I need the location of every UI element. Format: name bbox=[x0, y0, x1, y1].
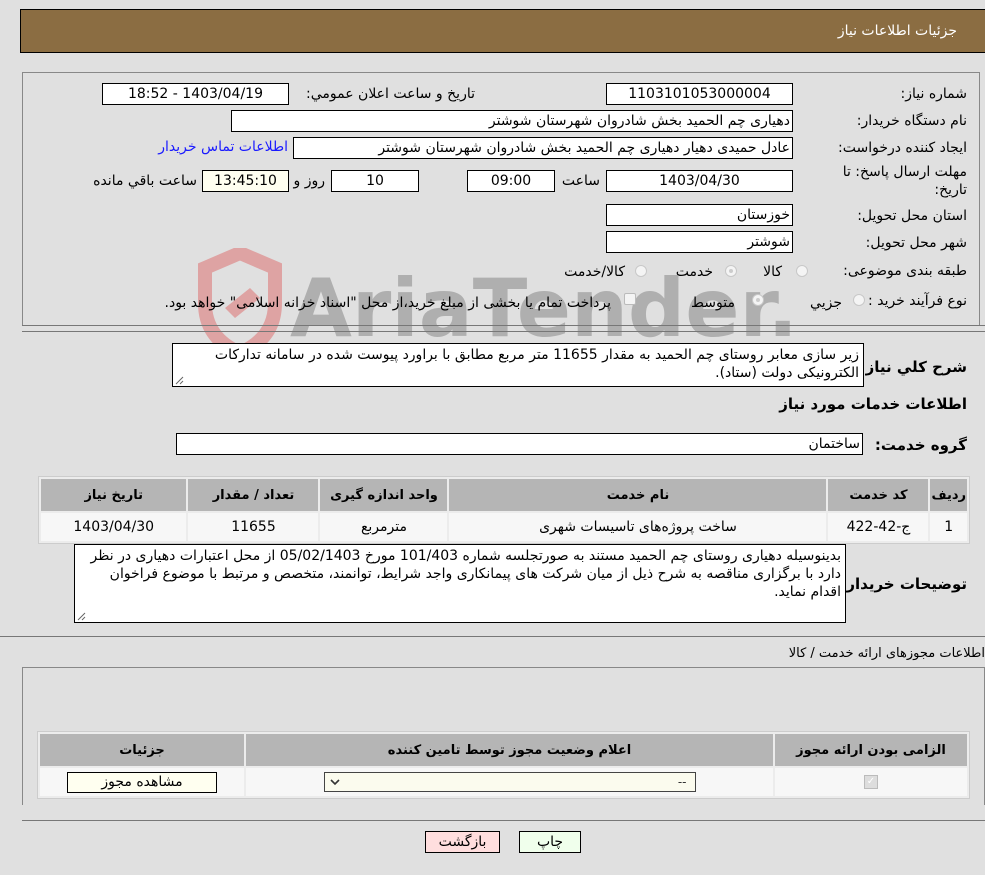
page-header: جزئيات اطلاعات نياز bbox=[20, 9, 985, 53]
need-number-label: شماره نیاز: bbox=[900, 86, 968, 102]
cell-quantity: 11655 bbox=[186, 511, 321, 543]
remaining-time-label: ساعت باقي مانده bbox=[93, 173, 197, 189]
print-button[interactable]: چاپ bbox=[519, 831, 581, 853]
permit-status-value: -- bbox=[677, 775, 687, 789]
col-row-number: ردیف bbox=[928, 477, 969, 513]
footer-divider bbox=[22, 820, 985, 821]
cell-service-code: ج-42-422 bbox=[826, 511, 931, 543]
col-quantity: تعداد / مقدار bbox=[186, 477, 321, 513]
deadline-time-label: ساعت bbox=[561, 173, 600, 189]
category-goods-radio[interactable] bbox=[796, 265, 808, 277]
category-goods-label: کالا bbox=[763, 264, 782, 280]
section-divider bbox=[22, 331, 985, 332]
col-permit-required: الزامی بودن ارائه مجوز bbox=[773, 732, 969, 768]
announce-datetime-field: 1403/04/19 - 18:52 bbox=[102, 83, 289, 105]
resize-handle-icon[interactable] bbox=[77, 612, 86, 621]
cell-permit-status: -- bbox=[244, 766, 775, 798]
treasury-bonds-checkbox[interactable] bbox=[624, 293, 636, 305]
cell-permit-details: مشاهده مجوز bbox=[38, 766, 246, 798]
service-group-label: گروه خدمت: bbox=[874, 436, 967, 454]
table-row: ✓ -- مشاهده مجوز bbox=[38, 766, 969, 798]
province-field: خوزستان bbox=[606, 204, 793, 226]
category-goods-service-label: کالا/خدمت bbox=[564, 264, 625, 280]
buyer-org-label: نام دستگاه خریدار: bbox=[856, 113, 967, 129]
category-label: طبقه بندی موضوعی: bbox=[843, 263, 967, 279]
deadline-label-line1: مهلت ارسال پاسخ: تا bbox=[842, 164, 967, 180]
category-service-radio[interactable] bbox=[725, 265, 737, 277]
cell-row-number: 1 bbox=[928, 511, 969, 543]
cell-permit-required: ✓ bbox=[773, 766, 969, 798]
city-label: شهر محل تحویل: bbox=[865, 235, 967, 251]
view-permit-button[interactable]: مشاهده مجوز bbox=[67, 771, 217, 793]
cell-service-name: ساخت پروژه‌های تاسیسات شهری bbox=[447, 511, 829, 543]
section-divider bbox=[0, 636, 985, 637]
city-field: شوشتر bbox=[606, 231, 793, 253]
services-table: ردیف کد خدمت نام خدمت واحد اندازه گیری ت… bbox=[38, 477, 969, 543]
permits-table: الزامی بودن ارائه مجوز اعلام وضعیت مجوز … bbox=[38, 732, 969, 798]
buyer-notes-text: بدینوسیله دهیاری روستای چم الحمید مستند … bbox=[90, 548, 841, 600]
permits-section-title: اطلاعات مجوزهای ارائه خدمت / کالا bbox=[788, 646, 985, 661]
col-permit-details: جزئیات bbox=[38, 732, 246, 768]
description-textarea[interactable]: زیر سازی معابر روستای چم الحمید به مقدار… bbox=[172, 343, 864, 387]
col-service-code: کد خدمت bbox=[826, 477, 931, 513]
requester-label: ایجاد کننده درخواست: bbox=[838, 140, 967, 156]
deadline-time-field: 09:00 bbox=[467, 170, 555, 192]
category-service-label: خدمت bbox=[675, 264, 713, 280]
treasury-bonds-note: پرداخت تمام یا بخشی از مبلغ خرید،از محل … bbox=[164, 295, 611, 311]
permit-status-select[interactable]: -- bbox=[323, 772, 696, 792]
province-label: استان محل تحویل: bbox=[857, 208, 967, 224]
col-permit-status: اعلام وضعیت مجوز توسط تامین کننده bbox=[244, 732, 775, 768]
announce-datetime-label: تاریخ و ساعت اعلان عمومي: bbox=[306, 86, 475, 102]
buyer-contact-link[interactable]: اطلاعات تماس خریدار bbox=[158, 139, 288, 155]
permits-table-wrapper: الزامی بودن ارائه مجوز اعلام وضعیت مجوز … bbox=[37, 731, 970, 799]
services-section-title: اطلاعات خدمات مورد نياز bbox=[779, 395, 967, 413]
need-number-field: 1103101053000004 bbox=[606, 83, 793, 105]
description-label: شرح کلي نياز: bbox=[859, 358, 967, 376]
services-table-header: ردیف کد خدمت نام خدمت واحد اندازه گیری ت… bbox=[38, 477, 969, 513]
process-medium-radio[interactable] bbox=[752, 294, 764, 306]
remaining-time-field: 13:45:10 bbox=[202, 170, 289, 192]
back-button[interactable]: بازگشت bbox=[425, 831, 500, 853]
section-divider bbox=[22, 325, 985, 326]
buyer-org-field: دهیاری چم الحمید بخش شادروان شهرستان شوش… bbox=[231, 110, 793, 132]
service-group-field: ساختمان bbox=[176, 433, 863, 455]
table-row: 1 ج-42-422 ساخت پروژه‌های تاسیسات شهری م… bbox=[38, 511, 969, 543]
permit-required-checkbox: ✓ bbox=[864, 775, 878, 789]
process-minor-label: جزيي bbox=[810, 295, 842, 311]
buyer-notes-label: توضیحات خریدار: bbox=[840, 575, 967, 593]
remaining-days-field: 10 bbox=[331, 170, 419, 192]
deadline-date-field: 1403/04/30 bbox=[606, 170, 793, 192]
page-title: جزئيات اطلاعات نياز bbox=[837, 23, 957, 39]
buyer-notes-textarea[interactable]: بدینوسیله دهیاری روستای چم الحمید مستند … bbox=[74, 544, 846, 623]
resize-handle-icon[interactable] bbox=[175, 376, 184, 385]
permits-table-header: الزامی بودن ارائه مجوز اعلام وضعیت مجوز … bbox=[38, 732, 969, 768]
description-text: زیر سازی معابر روستای چم الحمید به مقدار… bbox=[214, 347, 859, 381]
process-minor-radio[interactable] bbox=[853, 294, 865, 306]
chevron-down-icon bbox=[329, 779, 340, 786]
col-unit: واحد اندازه گیری bbox=[318, 477, 450, 513]
col-service-name: نام خدمت bbox=[447, 477, 829, 513]
process-type-label: نوع فرآیند خرید : bbox=[868, 293, 967, 309]
process-medium-label: متوسط bbox=[691, 295, 735, 311]
requester-field: عادل حمیدی دهیار دهیاری چم الحمید بخش شا… bbox=[293, 137, 793, 159]
days-label: روز و bbox=[293, 173, 326, 189]
services-table-wrapper: ردیف کد خدمت نام خدمت واحد اندازه گیری ت… bbox=[38, 476, 970, 544]
category-goods-service-radio[interactable] bbox=[635, 265, 647, 277]
cell-unit: مترمربع bbox=[318, 511, 450, 543]
deadline-label-line2: تاریخ: bbox=[934, 182, 967, 198]
cell-need-date: 1403/04/30 bbox=[38, 511, 189, 543]
col-need-date: تاریخ نیاز bbox=[38, 477, 189, 513]
